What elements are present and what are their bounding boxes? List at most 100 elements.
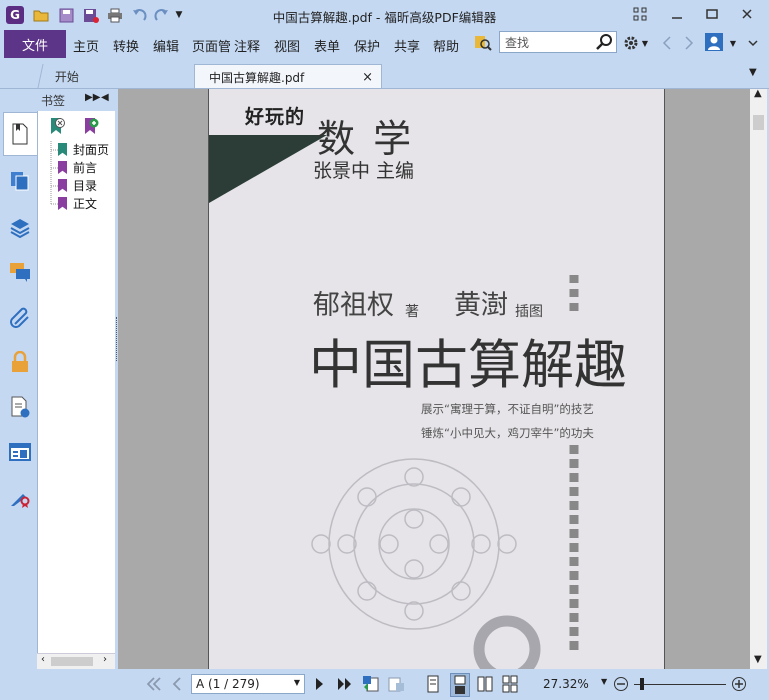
file-menu-button[interactable]: 文件: [4, 30, 66, 58]
delete-bookmark-icon[interactable]: [48, 117, 66, 139]
app-logo-icon[interactable]: G: [6, 6, 24, 24]
undo-icon[interactable]: [130, 6, 148, 24]
title-bar: G ▼ 中国古算解趣.pdf - 福昕高级PDF编辑器: [0, 0, 769, 30]
document-vertical-scrollbar[interactable]: ▲ ▼: [750, 88, 767, 669]
scroll-up-icon[interactable]: ▲: [754, 88, 762, 99]
zoom-slider-track[interactable]: [634, 684, 726, 685]
cover-side-stripe: [569, 275, 579, 655]
bookmark-label: 目录: [73, 179, 98, 193]
save-as-icon[interactable]: [82, 6, 100, 24]
user-dropdown-icon[interactable]: ▼: [728, 34, 738, 52]
series-small-title: 好玩的: [245, 106, 306, 128]
facing-view-icon[interactable]: [477, 675, 493, 697]
page-dropdown-icon[interactable]: ▼: [294, 678, 300, 687]
search-field[interactable]: [499, 31, 617, 53]
tab-document-label: 中国古算解趣.pdf: [209, 71, 305, 85]
bookmark-panel-icon[interactable]: [8, 122, 32, 146]
bookmark-flag-icon: [58, 179, 67, 192]
scroll-down-icon[interactable]: ▼: [754, 654, 762, 665]
menu-page-manage[interactable]: 页面管: [192, 36, 230, 55]
search-icon[interactable]: [596, 33, 614, 55]
bookmark-panel-header: 书签 ▶▶ ◀: [37, 89, 115, 111]
minimize-icon[interactable]: [666, 4, 688, 24]
document-properties-icon[interactable]: [8, 395, 32, 419]
bookmark-item[interactable]: 前言: [58, 159, 97, 176]
menu-comment[interactable]: 注释: [234, 36, 260, 55]
next-view-icon[interactable]: [387, 675, 405, 697]
cover-ring: [473, 615, 541, 669]
menu-share[interactable]: 共享: [394, 36, 420, 55]
single-page-view-icon[interactable]: [426, 675, 440, 697]
redo-icon[interactable]: [153, 6, 171, 24]
first-page-icon[interactable]: [146, 677, 161, 695]
illustrator-name: 黄澍: [454, 290, 508, 321]
find-tool-icon[interactable]: [474, 34, 492, 52]
nav-forward-icon[interactable]: [680, 34, 698, 52]
menu-bar: 文件 主页 转换 编辑 页面管 注释 视图 表单 保护 共享 帮助 ▼ ▼: [0, 30, 769, 58]
security-icon[interactable]: [8, 350, 32, 374]
add-bookmark-icon[interactable]: [82, 117, 100, 139]
menu-form[interactable]: 表单: [314, 36, 340, 55]
next-page-icon[interactable]: [315, 677, 325, 695]
last-page-icon[interactable]: [337, 677, 353, 695]
scroll-thumb[interactable]: [51, 657, 93, 666]
bookmark-item[interactable]: 封面页: [58, 141, 109, 158]
bookmark-panel: 封面页 前言 目录 正文: [37, 111, 115, 669]
menu-protect[interactable]: 保护: [354, 36, 380, 55]
bookmark-flag-icon: [58, 197, 67, 210]
author-name: 郁祖权: [313, 290, 394, 321]
scroll-thumb[interactable]: [753, 115, 764, 130]
save-icon[interactable]: [57, 6, 75, 24]
user-icon[interactable]: [705, 33, 723, 51]
zoom-slider-thumb[interactable]: [640, 678, 644, 690]
bookmark-item[interactable]: 正文: [58, 195, 97, 212]
pages-icon[interactable]: [8, 169, 32, 193]
scroll-right-icon[interactable]: ›: [103, 654, 107, 665]
document-viewport[interactable]: 好玩的 数 学 张景中 主编 郁祖权 著 黄澍 插图 中国古算解趣 展示“寓理于…: [118, 89, 750, 669]
settings-dropdown-icon[interactable]: ▼: [640, 34, 650, 52]
signature-icon[interactable]: [8, 485, 32, 509]
page-number-select[interactable]: A (1 / 279) ▼: [191, 674, 305, 694]
tab-list-dropdown-icon[interactable]: ▼: [749, 67, 757, 78]
illustrator-role: 插图: [515, 304, 543, 320]
zoom-out-icon[interactable]: [613, 676, 629, 696]
form-fields-icon[interactable]: [8, 440, 32, 464]
maximize-icon[interactable]: [701, 4, 723, 24]
menu-convert[interactable]: 转换: [113, 36, 139, 55]
zoom-level[interactable]: 27.32%: [543, 677, 589, 691]
close-window-icon[interactable]: [736, 4, 758, 24]
restore-layout-icon[interactable]: [629, 4, 651, 24]
bookmark-horizontal-scrollbar[interactable]: ‹ ›: [37, 653, 115, 669]
quick-access-dropdown-icon[interactable]: ▼: [174, 6, 184, 24]
nav-back-icon[interactable]: [658, 34, 676, 52]
previous-view-icon[interactable]: [362, 675, 380, 697]
previous-page-icon[interactable]: [172, 677, 182, 695]
zoom-dropdown-icon[interactable]: ▼: [601, 677, 607, 686]
navigation-rail: [0, 89, 37, 669]
print-icon[interactable]: [106, 6, 124, 24]
continuous-view-icon[interactable]: [450, 673, 470, 697]
continuous-facing-view-icon[interactable]: [502, 675, 518, 697]
menu-home[interactable]: 主页: [73, 36, 99, 55]
document-tab-bar: 开始 中国古算解趣.pdf × ▼: [0, 58, 769, 89]
scroll-left-icon[interactable]: ‹: [41, 654, 45, 665]
pdf-page[interactable]: 好玩的 数 学 张景中 主编 郁祖权 著 黄澍 插图 中国古算解趣 展示“寓理于…: [208, 89, 665, 669]
open-folder-icon[interactable]: [32, 6, 50, 24]
settings-icon[interactable]: [622, 34, 640, 52]
tab-start[interactable]: 开始: [37, 64, 199, 88]
menu-view[interactable]: 视图: [274, 36, 300, 55]
collapse-panel-icon[interactable]: ◀: [101, 92, 109, 103]
tab-document[interactable]: 中国古算解趣.pdf ×: [194, 64, 382, 88]
editor-line: 张景中 主编: [313, 160, 415, 182]
close-tab-icon[interactable]: ×: [362, 70, 373, 85]
search-input[interactable]: [503, 33, 599, 53]
comments-icon[interactable]: [8, 260, 32, 284]
menu-help[interactable]: 帮助: [433, 36, 459, 55]
expand-panel-icon[interactable]: ▶▶: [85, 92, 100, 103]
layers-icon[interactable]: [8, 215, 32, 239]
menu-edit[interactable]: 编辑: [153, 36, 179, 55]
zoom-in-icon[interactable]: [731, 676, 747, 696]
attachment-icon[interactable]: [8, 305, 32, 329]
collapse-ribbon-icon[interactable]: [744, 34, 762, 52]
bookmark-item[interactable]: 目录: [58, 177, 97, 194]
